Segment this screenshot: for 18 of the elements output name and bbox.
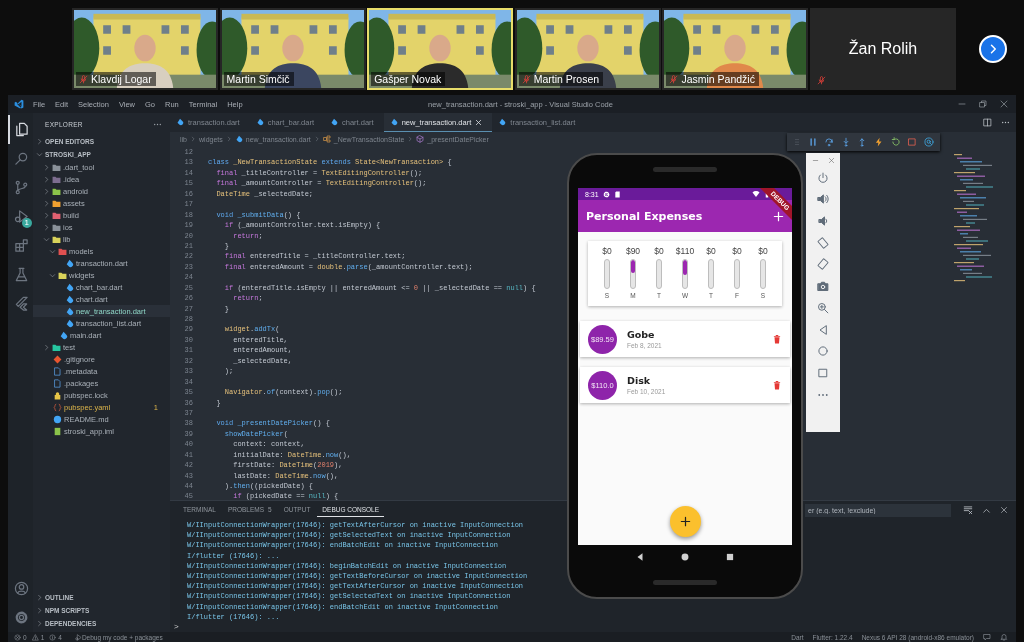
participant-name: Jasmin Pandžić xyxy=(681,73,755,85)
bar-amount: $0 xyxy=(732,246,742,257)
transaction-title: Disk xyxy=(627,375,652,386)
bar-amount: $110 xyxy=(675,246,695,257)
participant-name: Martin Simčič xyxy=(226,73,290,85)
bar-amount: $0 xyxy=(602,246,612,257)
count-badge: 1 xyxy=(21,218,32,228)
bar-amount: $90 xyxy=(625,246,641,257)
participant-name: Martin Prosen xyxy=(533,73,600,85)
app-title: Personal Expenses xyxy=(586,209,703,223)
bar-amount: $0 xyxy=(706,246,716,257)
bar-amount: $0 xyxy=(758,246,768,257)
bar-amount: $0 xyxy=(654,246,664,257)
console-prompt: > xyxy=(174,622,179,631)
participant-name: Žan Rolih xyxy=(847,40,919,58)
participant-name: Klavdij Logar xyxy=(91,73,152,85)
transaction-title: Gobe xyxy=(627,329,656,340)
participant-name: Gašper Novak xyxy=(374,73,442,85)
